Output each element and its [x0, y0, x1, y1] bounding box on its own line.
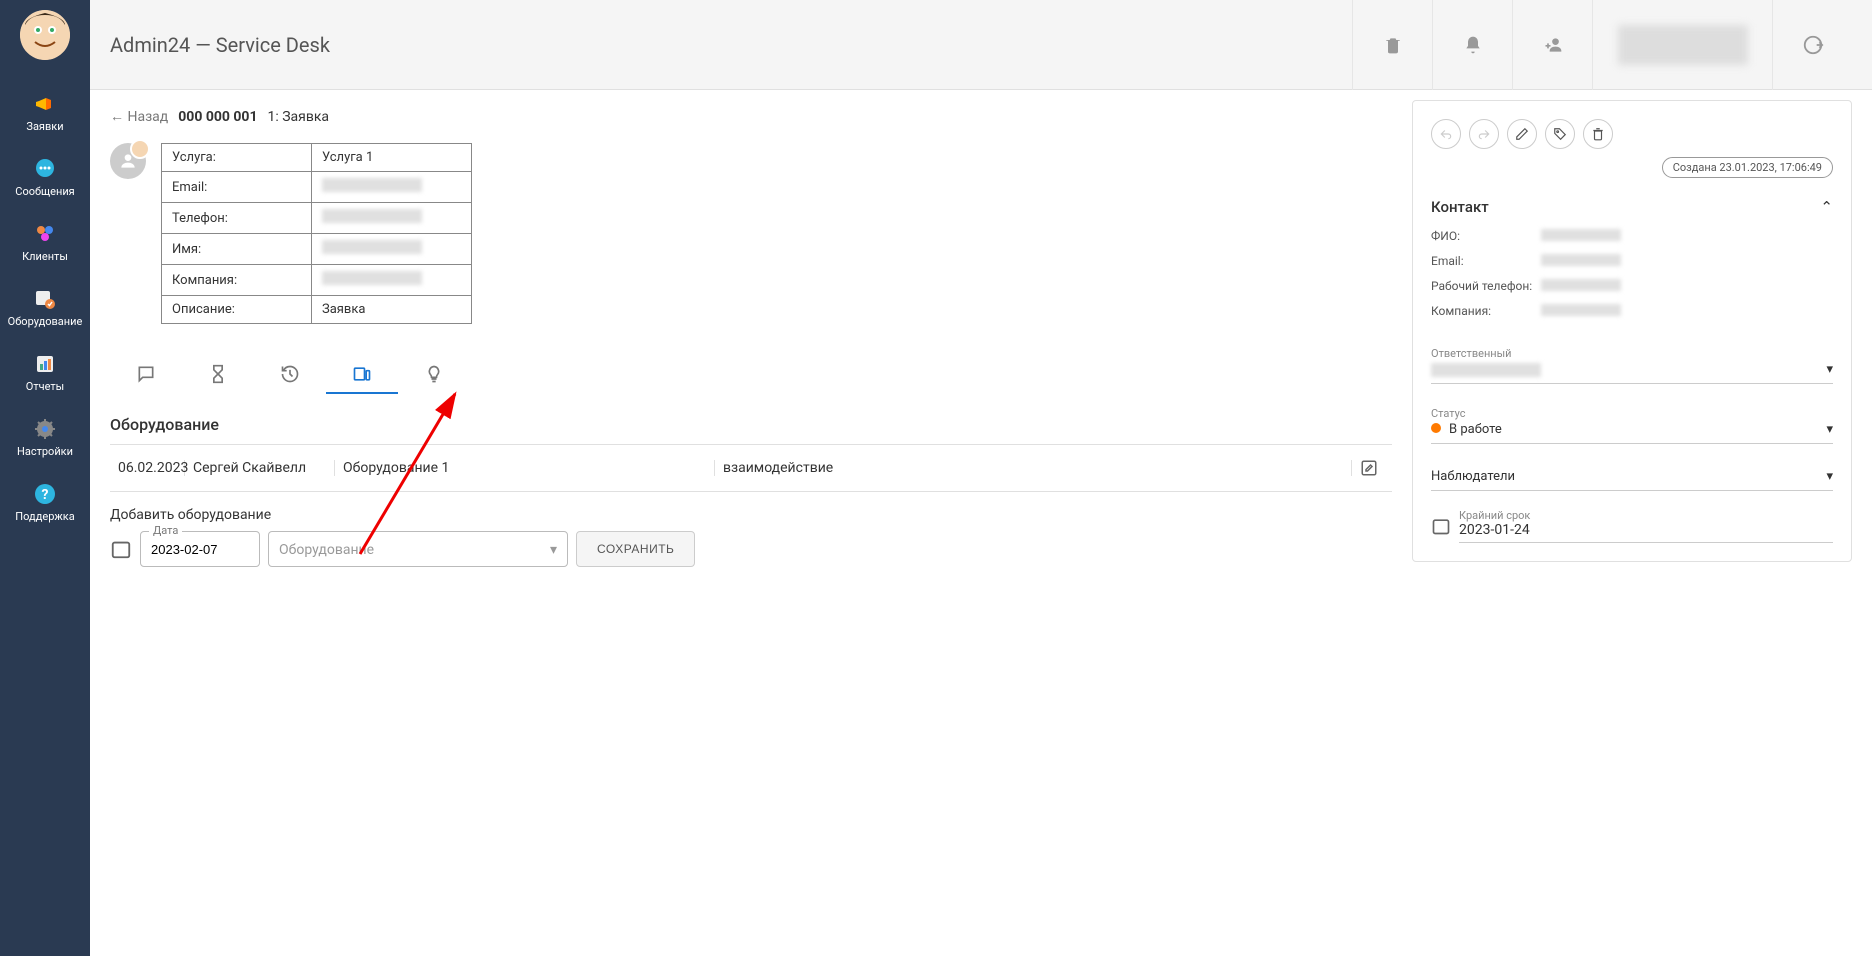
logout-button[interactable] [1772, 0, 1852, 90]
date-label: Дата [149, 524, 182, 537]
save-button[interactable]: СОХРАНИТЬ [576, 531, 695, 567]
created-badge: Создана 23.01.2023, 17:06:49 [1662, 157, 1833, 178]
tab-ideas[interactable] [398, 354, 470, 394]
edit-button[interactable] [1507, 119, 1537, 149]
calendar-icon[interactable] [110, 538, 132, 560]
tab-comments[interactable] [110, 354, 182, 394]
add-equipment-label: Добавить оборудование [110, 507, 1392, 523]
contact-row: ФИО: [1431, 224, 1833, 249]
info-value [312, 265, 472, 296]
contact-row: Рабочий телефон: [1431, 274, 1833, 299]
sidebar-label: Оборудование [8, 315, 83, 328]
info-label: Описание: [162, 296, 312, 324]
sidebar-label: Клиенты [22, 250, 68, 263]
delete-button[interactable] [1352, 0, 1432, 90]
chevron-down-icon: ▾ [1826, 362, 1833, 377]
deadline-field[interactable]: Крайний срок 2023-01-24 [1459, 509, 1833, 543]
sidebar-label: Поддержка [15, 510, 74, 523]
support-icon: ? [33, 482, 57, 506]
tabs [110, 354, 1392, 395]
svg-text:?: ? [42, 487, 49, 503]
breadcrumb: ← Назад 000 000 001 1: Заявка [110, 100, 1392, 133]
info-label: Услуга: [162, 144, 312, 172]
info-label: Email: [162, 172, 312, 203]
date-field[interactable]: Дата [140, 531, 260, 567]
sidebar-label: Настройки [17, 445, 73, 458]
chevron-down-icon: ▾ [1826, 469, 1833, 484]
equip-user: Сергей Скайвелл [185, 460, 335, 476]
calendar-icon[interactable] [1431, 516, 1451, 536]
sidebar-item-equipment[interactable]: Оборудование [0, 275, 90, 340]
sidebar-item-messages[interactable]: Сообщения [0, 145, 90, 210]
observers-field[interactable]: Наблюдатели▾ [1431, 459, 1833, 491]
add-user-button[interactable] [1512, 0, 1592, 90]
people-icon [33, 222, 57, 246]
sidebar-label: Сообщения [15, 185, 74, 198]
app-title: Admin24 — Service Desk [110, 33, 1352, 57]
ticket-id: 000 000 001 [178, 109, 257, 125]
section-title: Оборудование [110, 415, 1392, 434]
ticket-title: 1: Заявка [268, 109, 330, 125]
info-label: Имя: [162, 234, 312, 265]
sidebar: Заявки Сообщения Клиенты Оборудование От… [0, 0, 90, 956]
topbar: Admin24 — Service Desk [90, 0, 1872, 90]
info-value [312, 234, 472, 265]
contact-row: Компания: [1431, 299, 1833, 324]
chat-icon [33, 157, 57, 181]
info-label: Компания: [162, 265, 312, 296]
info-value [312, 172, 472, 203]
prev-button [1431, 119, 1461, 149]
tab-time[interactable] [182, 354, 254, 394]
equip-type: взаимодействие [715, 460, 1352, 476]
info-value: Услуга 1 [312, 144, 472, 172]
next-button [1469, 119, 1499, 149]
chevron-up-icon: ⌃ [1820, 198, 1833, 216]
sidebar-item-tickets[interactable]: Заявки [0, 80, 90, 145]
sidebar-item-support[interactable]: ? Поддержка [0, 470, 90, 535]
tab-equipment[interactable] [326, 354, 398, 394]
equip-edit-button[interactable] [1352, 459, 1392, 477]
info-table: Услуга:Услуга 1Email:Телефон:Имя:Компани… [161, 143, 472, 324]
user-menu[interactable] [1592, 0, 1772, 90]
sidebar-item-clients[interactable]: Клиенты [0, 210, 90, 275]
tag-button[interactable] [1545, 119, 1575, 149]
equipment-select[interactable]: Оборудование ▾ [268, 531, 568, 567]
chevron-down-icon: ▾ [550, 542, 557, 558]
reports-icon [33, 352, 57, 376]
sidebar-label: Отчеты [26, 380, 64, 393]
select-placeholder: Оборудование [279, 542, 374, 558]
status-dot [1431, 423, 1441, 433]
panel-delete-button[interactable] [1583, 119, 1613, 149]
equipment-row: 06.02.2023 Сергей Скайвелл Оборудование … [110, 444, 1392, 492]
status-field[interactable]: Статус В работе▾ [1431, 399, 1833, 444]
info-value: Заявка [312, 296, 472, 324]
back-link[interactable]: ← Назад [110, 108, 168, 125]
notifications-button[interactable] [1432, 0, 1512, 90]
contact-row: Email: [1431, 249, 1833, 274]
equip-date: 06.02.2023 [110, 460, 185, 476]
megaphone-icon [33, 92, 57, 116]
settings-icon [33, 417, 57, 441]
requester-avatar [110, 143, 146, 179]
responsible-field[interactable]: Ответственный ▾ [1431, 339, 1833, 384]
info-label: Телефон: [162, 203, 312, 234]
contact-heading[interactable]: Контакт ⌃ [1431, 190, 1833, 224]
equipment-icon [33, 287, 57, 311]
info-value [312, 203, 472, 234]
chevron-down-icon: ▾ [1826, 422, 1833, 437]
tab-history[interactable] [254, 354, 326, 394]
sidebar-item-reports[interactable]: Отчеты [0, 340, 90, 405]
sidebar-label: Заявки [26, 120, 63, 133]
side-panel: Создана 23.01.2023, 17:06:49 Контакт ⌃ Ф… [1412, 100, 1852, 562]
sidebar-item-settings[interactable]: Настройки [0, 405, 90, 470]
date-input[interactable] [151, 542, 249, 557]
app-avatar[interactable] [20, 10, 70, 60]
equip-name: Оборудование 1 [335, 460, 715, 476]
